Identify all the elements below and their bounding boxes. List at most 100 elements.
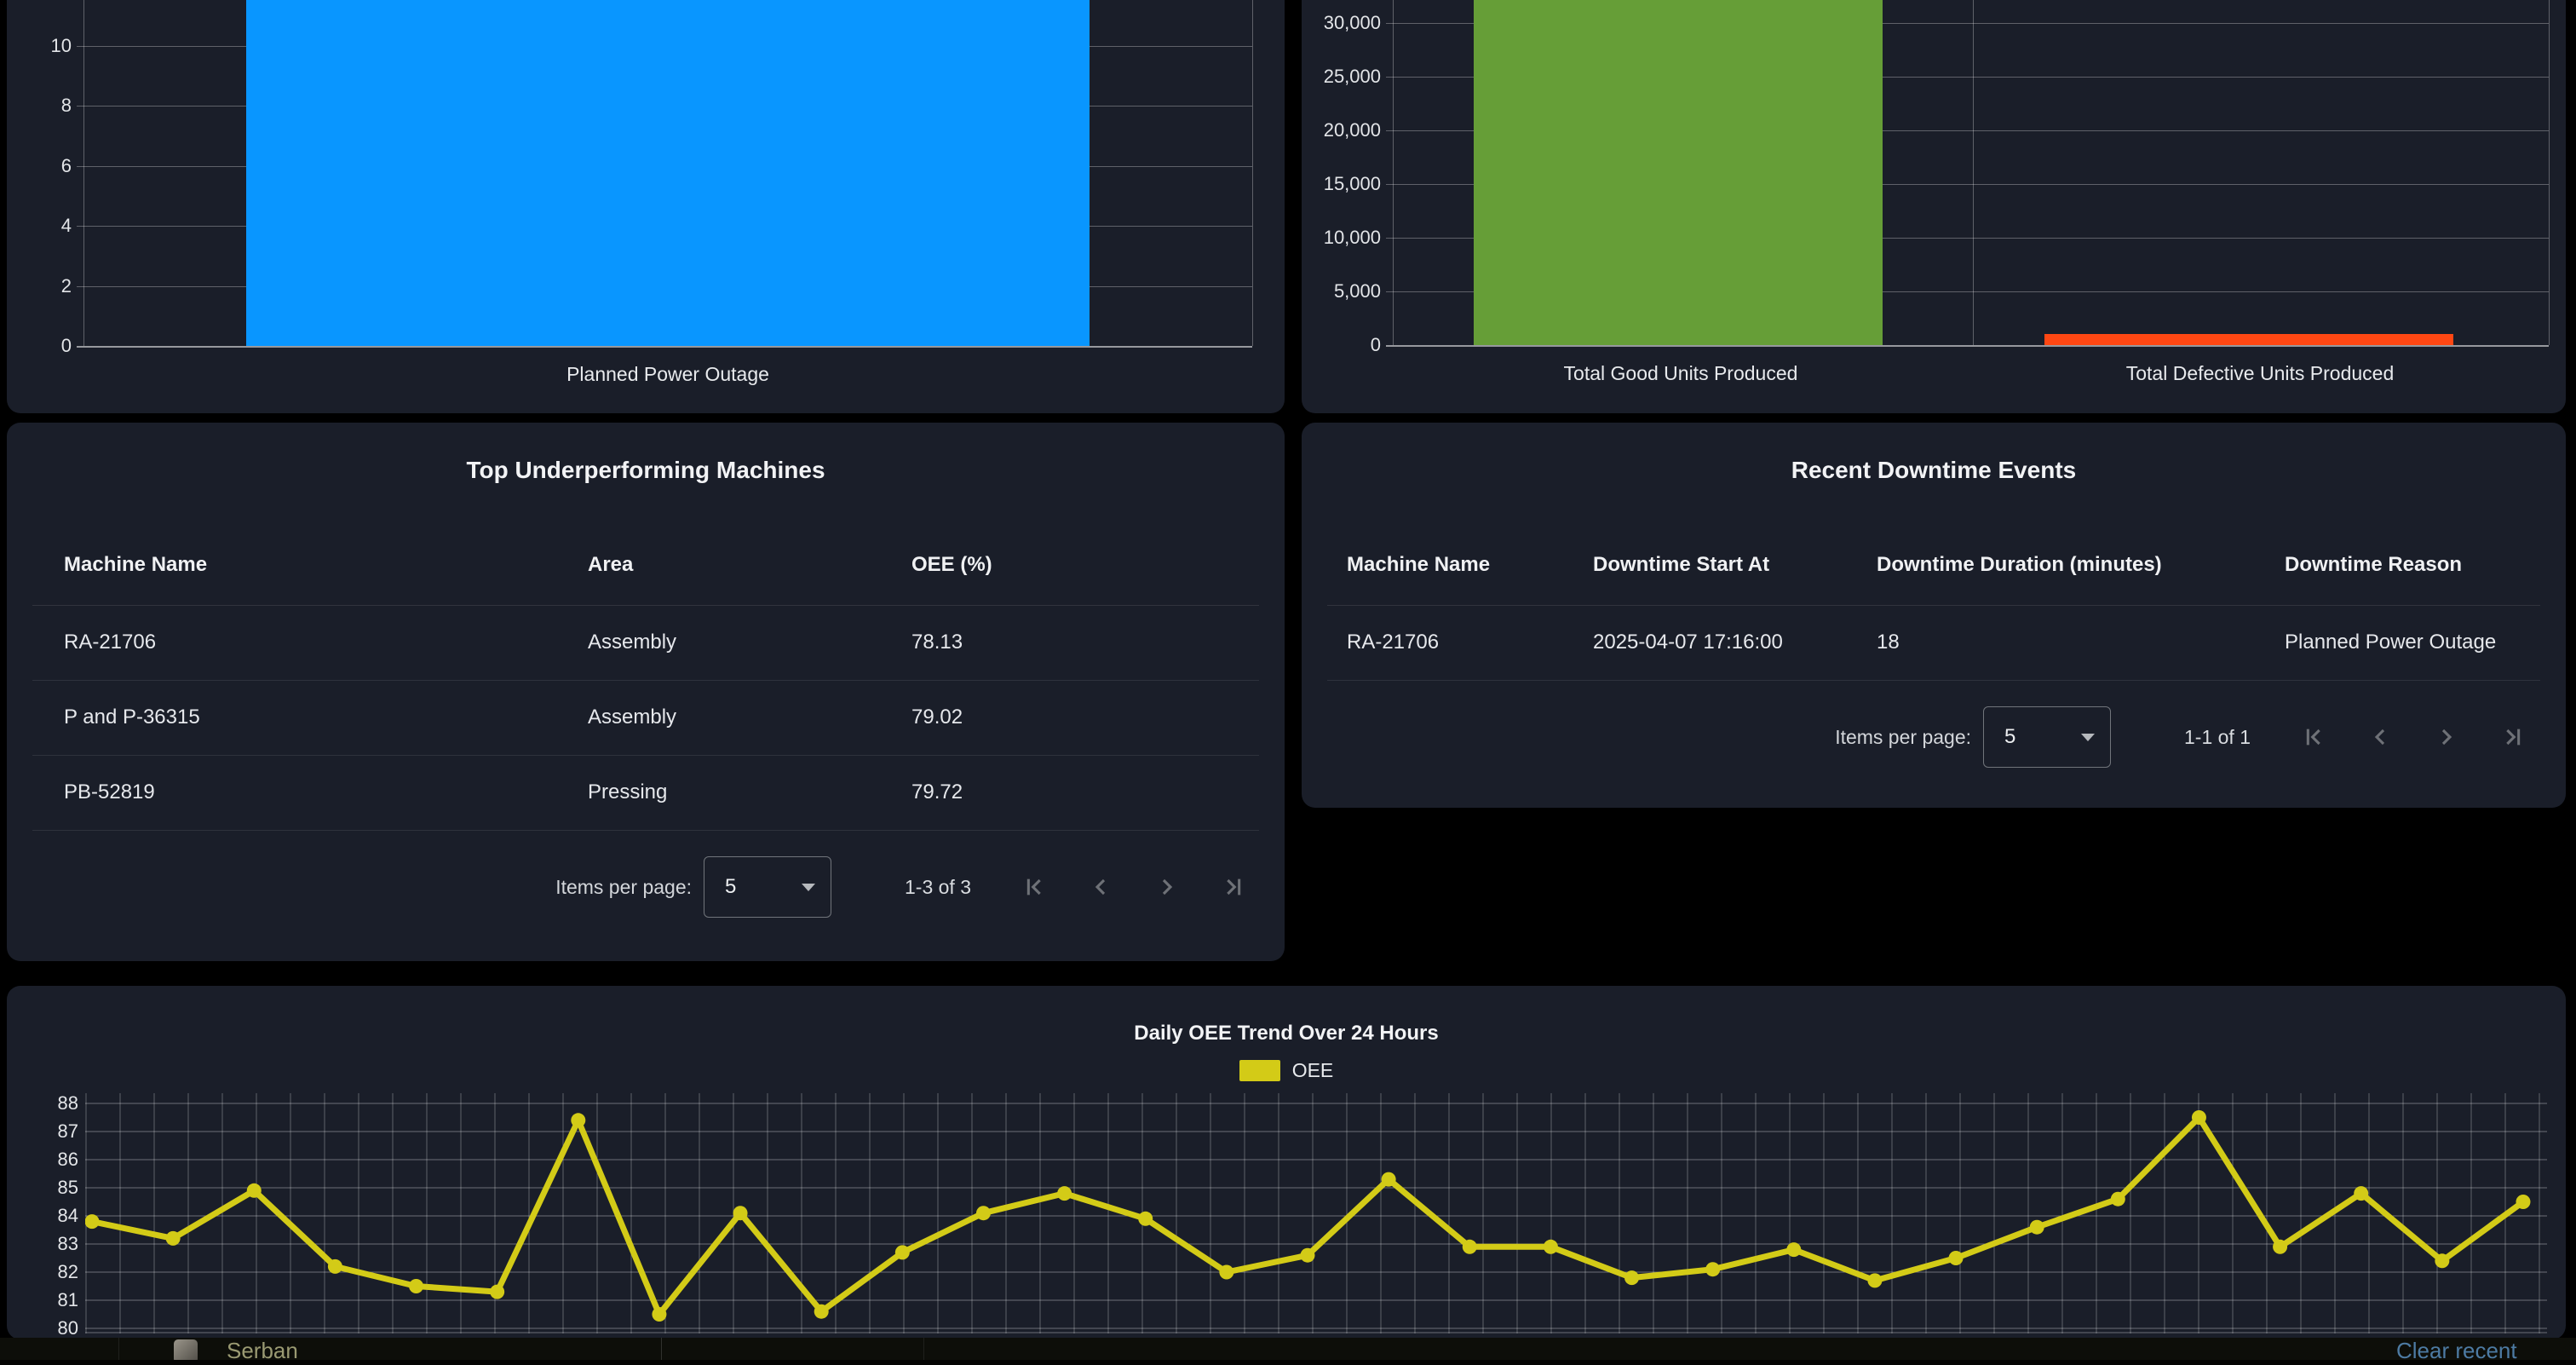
first-page-icon (1021, 873, 1048, 901)
y-tick-label: 87 (26, 1120, 78, 1143)
y-tick-label: 10,000 (1304, 227, 1381, 249)
page-range-label: 1-1 of 1 (2184, 726, 2251, 749)
y-tick-label: 80 (26, 1317, 78, 1339)
data-point (1705, 1262, 1720, 1276)
y-tick-label: 30,000 (1304, 12, 1381, 34)
first-page-button[interactable] (1021, 873, 1048, 901)
legend-label: OEE (1292, 1059, 1334, 1082)
data-point (1300, 1248, 1314, 1263)
y-tick-label: 20,000 (1304, 119, 1381, 141)
gridline (1973, 0, 1974, 345)
downtime-chart-plot: 0246810Planned Power Outage (7, 0, 1285, 413)
previous-page-button[interactable] (1087, 873, 1114, 901)
table-row[interactable]: RA-21706 Assembly 78.13 (32, 605, 1259, 681)
gridline (1252, 0, 1253, 346)
data-point (247, 1184, 262, 1198)
items-per-page-select[interactable]: 5 (704, 856, 831, 918)
chevron-right-icon (1153, 873, 1181, 901)
x-category-label: Total Good Units Produced (1408, 362, 1953, 385)
next-page-button[interactable] (1153, 873, 1181, 901)
data-point (1624, 1270, 1639, 1285)
bar-total-good-units-produced (1474, 0, 1883, 345)
data-point (490, 1285, 504, 1299)
y-tick-label: 0 (7, 335, 72, 357)
data-point (2030, 1220, 2044, 1235)
table-row[interactable]: PB-52819 Pressing 79.72 (32, 755, 1259, 831)
gridline (77, 346, 1252, 348)
table-cell: Planned Power Outage (2285, 605, 2496, 680)
chevron-right-icon (2433, 723, 2460, 751)
chevron-left-icon (1087, 873, 1114, 901)
items-per-page-value: 5 (1984, 725, 2081, 749)
oee-trend-plot (85, 1093, 2547, 1333)
items-per-page-value: 5 (704, 875, 802, 899)
data-point (652, 1307, 666, 1322)
y-tick-label: 85 (26, 1177, 78, 1199)
data-point (976, 1206, 991, 1220)
y-tick-label: 6 (7, 155, 72, 177)
table-cell: 2025-04-07 17:16:00 (1593, 605, 1783, 680)
data-point (1463, 1240, 1477, 1254)
gridline (2549, 0, 2550, 345)
items-per-page-label: Items per page: (555, 876, 692, 899)
last-page-button[interactable] (2499, 723, 2527, 751)
table-cell: 18 (1877, 605, 1900, 680)
gridline (83, 0, 84, 346)
y-tick-label: 81 (26, 1289, 78, 1311)
table-cell: Pressing (588, 755, 667, 830)
first-page-button[interactable] (2300, 723, 2327, 751)
items-per-page-select[interactable]: 5 (1983, 706, 2111, 768)
downtime-by-reason-chart-card: 0246810Planned Power Outage (7, 0, 1285, 413)
last-page-icon (1220, 873, 1247, 901)
recent-downtime-events-card: Recent Downtime Events Machine NameDownt… (1302, 423, 2566, 808)
table-cell: RA-21706 (64, 605, 156, 680)
table-row[interactable]: P and P-36315Assembly79.02 (32, 680, 1259, 756)
table-cell: RA-21706 (1347, 605, 1439, 680)
y-tick-label: 0 (1304, 334, 1381, 356)
first-page-icon (2300, 723, 2327, 751)
data-point (1786, 1242, 1801, 1257)
gridline (1393, 0, 1394, 345)
pagination-controls (2300, 723, 2527, 751)
last-page-icon (2499, 723, 2527, 751)
legend-swatch (1239, 1060, 1280, 1081)
chart-legend: OEE (7, 1059, 2566, 1082)
table-cell: 79.72 (911, 755, 963, 830)
last-page-button[interactable] (1220, 873, 1247, 901)
data-point (1219, 1265, 1233, 1280)
table-cell: Assembly (588, 605, 676, 680)
pagination-controls (1021, 873, 1247, 901)
bar-planned-power-outage (246, 0, 1090, 346)
data-point (2354, 1186, 2368, 1201)
previous-page-button[interactable] (2366, 723, 2394, 751)
table-cell: PB-52819 (64, 755, 155, 830)
table-cell: 78.13 (911, 605, 963, 680)
y-tick-label: 82 (26, 1261, 78, 1283)
data-point (328, 1259, 342, 1274)
y-tick-label: 10 (7, 35, 72, 57)
table-cell: P and P-36315 (64, 680, 200, 755)
chart-title: Daily OEE Trend Over 24 Hours (7, 1022, 2566, 1045)
data-point (1382, 1172, 1396, 1187)
table-row[interactable]: RA-21706 2025-04-07 17:16:00 18 Planned Pow… (1327, 605, 2540, 681)
data-point (1867, 1273, 1882, 1287)
y-tick-label: 86 (26, 1149, 78, 1171)
data-point (1949, 1251, 1964, 1265)
next-page-button[interactable] (2433, 723, 2460, 751)
y-tick-label: 88 (26, 1092, 78, 1114)
data-point (1057, 1186, 1072, 1201)
items-per-page-label: Items per page: (1835, 726, 1971, 749)
data-point (733, 1206, 748, 1220)
y-tick-label: 4 (7, 215, 72, 237)
data-point (814, 1305, 829, 1319)
units-chart-plot: 05,00010,00015,00020,00025,00030,000Tota… (1302, 0, 2566, 413)
data-point (571, 1113, 585, 1127)
oee-line-chart-svg (85, 1093, 2547, 1333)
data-point (895, 1245, 910, 1259)
oee-trend-chart-card: Daily OEE Trend Over 24 Hours OEE 88 87 86… (7, 986, 2566, 1339)
taskbar-bottom-strip (0, 1360, 2576, 1365)
table-cell: 79.02 (911, 680, 963, 755)
x-category-label: Planned Power Outage (395, 363, 940, 386)
data-point (1138, 1212, 1153, 1226)
page-range-label: 1-3 of 3 (905, 876, 971, 899)
